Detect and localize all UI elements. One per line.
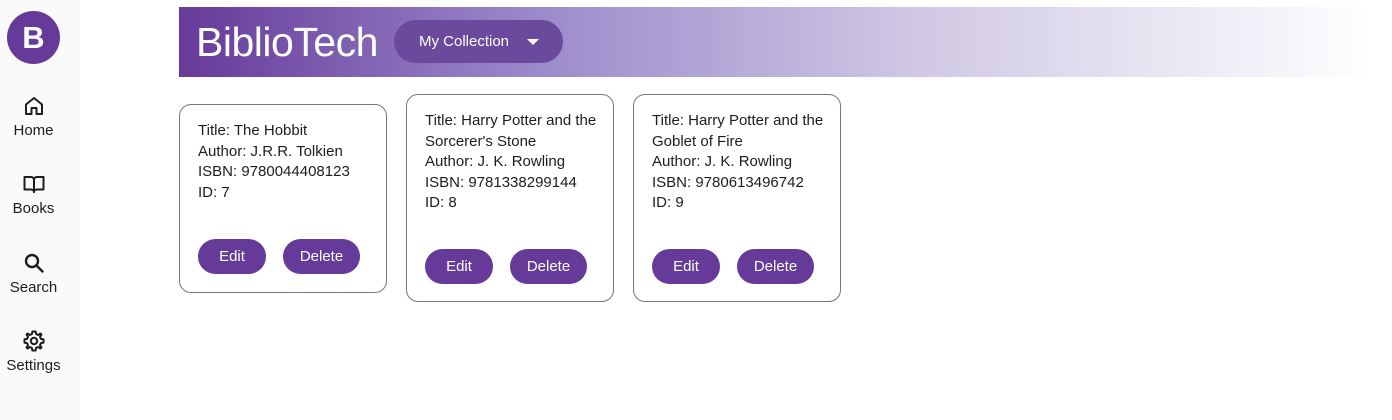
book-isbn: ISBN: 9780613496742 (652, 173, 804, 191)
nav-label-home: Home (13, 122, 54, 139)
header-bar: BiblioTech My Collection (179, 7, 1372, 77)
search-icon (24, 253, 44, 273)
sidebar: B Home Books Search Settings (0, 0, 80, 420)
book-id: ID: 8 (425, 194, 457, 211)
edit-button[interactable]: Edit (652, 249, 720, 284)
gear-icon (23, 330, 44, 352)
book-id: ID: 9 (652, 194, 684, 211)
nav-label-settings: Settings (6, 357, 61, 374)
book-card: Title: The Hobbit Author: J.R.R. Tolkien… (179, 104, 387, 293)
book-author: Author: J.R.R. Tolkien (198, 142, 343, 160)
book-title: Title: The Hobbit (198, 122, 308, 139)
book-details: Title: The Hobbit Author: J.R.R. Tolkien… (198, 121, 378, 203)
nav-label-search: Search (9, 279, 58, 296)
edit-button[interactable]: Edit (425, 249, 493, 284)
nav-item-home[interactable]: Home (0, 94, 67, 139)
book-isbn: ISBN: 9780044408123 (198, 163, 350, 180)
caret-down-icon (527, 39, 539, 45)
book-details: Title: Harry Potter and the Sorcerer's S… (425, 111, 605, 214)
app-title: BiblioTech (196, 19, 378, 65)
book-id: ID: 7 (198, 183, 230, 201)
delete-button[interactable]: Delete (283, 239, 360, 274)
delete-button[interactable]: Delete (510, 249, 587, 284)
nav-item-settings[interactable]: Settings (0, 329, 67, 374)
nav-item-books[interactable]: Books (0, 172, 67, 217)
nav-item-search[interactable]: Search (0, 251, 67, 296)
edit-button[interactable]: Edit (198, 239, 266, 274)
book-details: Title: Harry Potter and the Goblet of Fi… (652, 111, 832, 214)
book-card: Title: Harry Potter and the Sorcerer's S… (406, 94, 614, 302)
collection-dropdown[interactable]: My Collection (394, 20, 563, 63)
book-icon (23, 176, 44, 193)
nav-label-books: Books (12, 200, 55, 217)
delete-button[interactable]: Delete (737, 249, 814, 284)
book-author: Author: J. K. Rowling (652, 153, 793, 170)
book-author: Author: J. K. Rowling (425, 153, 566, 170)
home-icon (24, 97, 43, 115)
book-title: Title: Harry Potter and the Goblet of Fi… (652, 112, 824, 150)
app-logo: B (7, 11, 60, 64)
collection-dropdown-label: My Collection (419, 33, 510, 50)
book-isbn: ISBN: 9781338299144 (425, 173, 577, 191)
book-card: Title: Harry Potter and the Goblet of Fi… (633, 94, 841, 302)
book-title: Title: Harry Potter and the Sorcerer's S… (425, 112, 597, 150)
